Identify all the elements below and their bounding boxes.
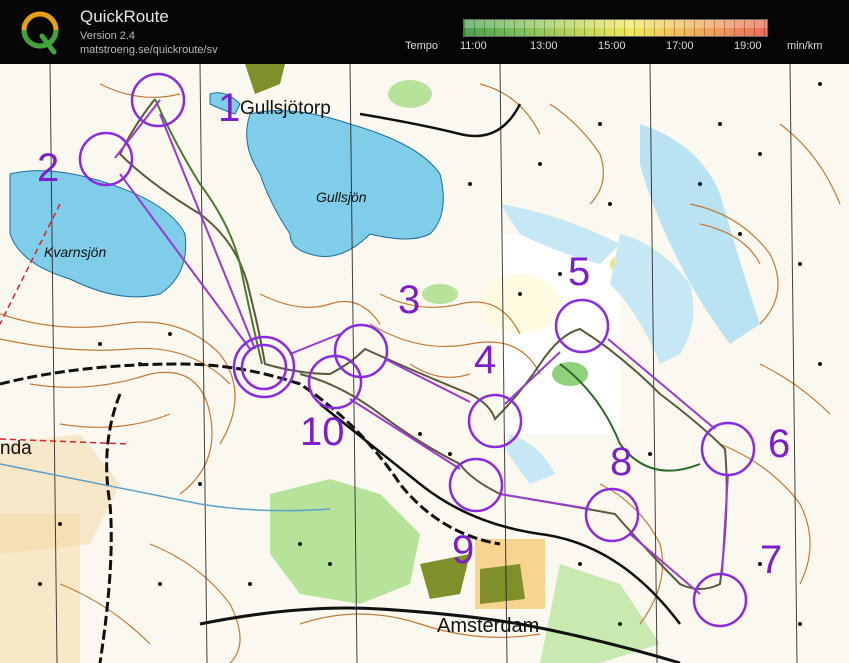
control-number-4: 4 — [474, 338, 497, 382]
tempo-label: Tempo — [405, 40, 439, 52]
lake-name-gullsjon: Gullsjön — [316, 189, 367, 205]
orienteering-map[interactable]: Gullsjötorp Amsterdam nda Gullsjön Kvarn… — [0, 64, 849, 663]
scale-tick: 17:00 — [666, 40, 694, 52]
control-number-5: 5 — [568, 250, 591, 294]
app-url: matstroeng.se/quickroute/sv — [80, 44, 218, 56]
place-name-partial: nda — [0, 438, 32, 459]
lake-name-kvarnsjon: Kvarnsjön — [44, 244, 107, 260]
control-number-3: 3 — [398, 278, 421, 322]
scale-tick: 13:00 — [530, 40, 558, 52]
control-number-9: 9 — [452, 528, 475, 572]
quickroute-window: QuickRoute Version 2.4 matstroeng.se/qui… — [0, 0, 849, 663]
control-number-6: 6 — [768, 422, 791, 466]
scale-tick: 19:00 — [734, 40, 762, 52]
scale-tick: 15:00 — [598, 40, 626, 52]
app-title: QuickRoute — [80, 7, 169, 26]
map-canvas — [0, 64, 849, 663]
place-name-gullsjotorp: Gullsjötorp — [240, 98, 331, 119]
control-number-1: 1 — [218, 86, 241, 130]
control-number-7: 7 — [760, 538, 783, 582]
control-number-2: 2 — [37, 146, 60, 190]
control-number-8: 8 — [610, 440, 633, 484]
header-bar: QuickRoute Version 2.4 matstroeng.se/qui… — [0, 0, 849, 64]
scale-unit: min/km — [787, 40, 823, 52]
scale-tick: 11:00 — [460, 40, 487, 52]
speed-color-scale — [463, 19, 768, 37]
app-version: Version 2.4 — [80, 30, 136, 42]
control-number-10: 10 — [300, 410, 345, 454]
quickroute-logo-icon — [20, 6, 60, 56]
place-name-amsterdam: Amsterdam — [437, 615, 540, 637]
